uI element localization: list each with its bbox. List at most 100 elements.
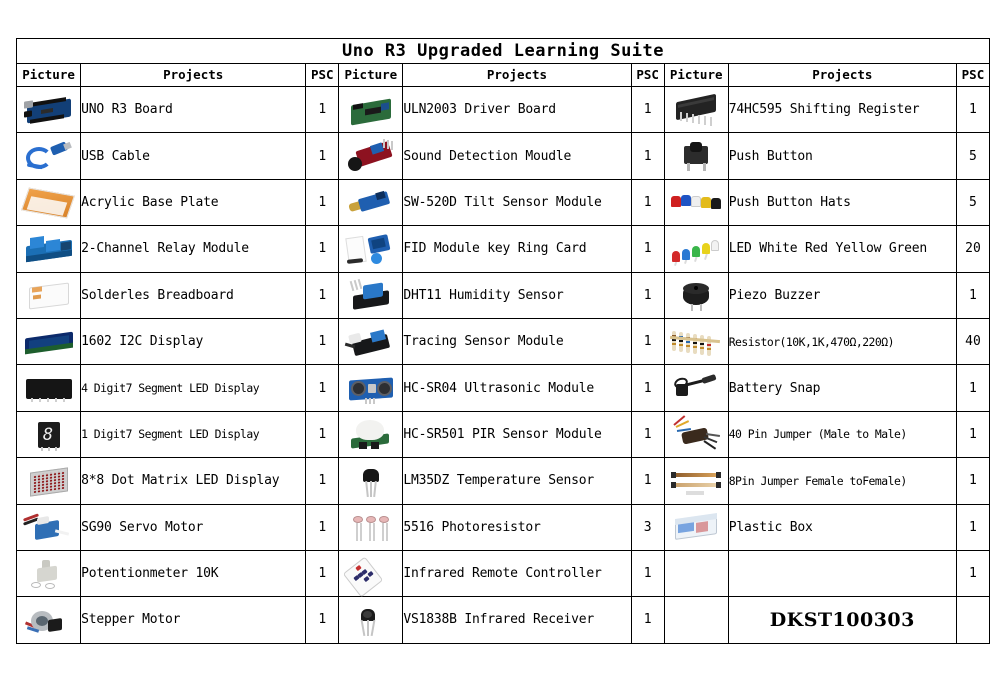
dot-matrix-icon <box>21 461 77 501</box>
led-assorted-icon <box>668 229 724 269</box>
project-name: HC-SR501 PIR Sensor Module <box>402 410 632 459</box>
plastic-box-icon <box>668 507 724 547</box>
project-name: Resistor(10K,1K,470Ω,220Ω) <box>727 317 957 366</box>
picture-cell <box>338 503 404 551</box>
picture-cell <box>338 596 404 644</box>
psc-value: 1 <box>630 364 665 412</box>
tracing-sensor-icon <box>343 322 399 362</box>
psc-value: 1 <box>630 596 665 644</box>
page-title: Uno R3 Upgraded Learning Suite <box>16 38 990 64</box>
project-name: 8*8 Dot Matrix LED Display <box>80 457 307 505</box>
project-name: SG90 Servo Motor <box>80 503 307 551</box>
psc-value: 1 <box>955 85 991 134</box>
resistor-pack-icon <box>668 322 724 362</box>
psc-value: 1 <box>630 457 665 505</box>
picture-cell <box>15 549 82 598</box>
psc-value: 1 <box>630 549 665 598</box>
project-name: 2-Channel Relay Module <box>80 225 307 273</box>
psc-value: 1 <box>305 132 340 180</box>
picture-cell <box>663 410 729 459</box>
project-name: Piezo Buzzer <box>727 271 957 319</box>
table-row: Solderles Breadboard 1 DHT11 Humidity Se… <box>15 271 991 319</box>
acrylic-base-plate-icon <box>20 182 77 222</box>
lm35dz-sensor-icon <box>343 461 399 501</box>
table-row: USB Cable 1 Sound Detection Moudle 1 Pus… <box>15 132 991 180</box>
picture-cell <box>663 132 729 180</box>
picture-cell-empty <box>663 549 729 598</box>
psc-value: 1 <box>630 85 665 134</box>
project-name: HC-SR04 Ultrasonic Module <box>402 364 632 412</box>
header-psc-2: PSC <box>630 63 665 87</box>
header-picture-3: Picture <box>663 63 729 87</box>
uno-r3-board-icon <box>21 90 77 130</box>
table-row: SG90 Servo Motor 1 5516 Photoresistor 3 … <box>15 503 991 551</box>
psc-value-empty <box>955 596 991 644</box>
picture-cell <box>15 503 82 551</box>
project-name: Push Button <box>727 132 957 180</box>
pir-sensor-icon <box>343 414 399 454</box>
table-row: UNO R3 Board 1 ULN2003 Driver Board 1 74… <box>15 85 991 134</box>
psc-value: 1 <box>305 271 340 319</box>
picture-cell <box>338 85 404 134</box>
picture-cell <box>15 596 82 644</box>
picture-cell <box>663 457 729 505</box>
psc-value: 1 <box>305 410 340 459</box>
table-row: Potentionmeter 10K 1 Infrared Remote Con… <box>15 549 991 598</box>
psc-value: 1 <box>630 132 665 180</box>
project-name: VS1838B Infrared Receiver <box>402 596 632 644</box>
table-row: 4 Digit7 Segment LED Display 1 HC-SR04 U… <box>15 364 991 412</box>
psc-value: 1 <box>955 410 991 459</box>
picture-cell <box>663 178 729 227</box>
table-row: 8*8 Dot Matrix LED Display 1 LM35DZ Temp… <box>15 457 991 505</box>
push-button-icon <box>668 136 724 176</box>
psc-value: 1 <box>630 410 665 459</box>
picture-cell <box>15 85 82 134</box>
psc-value: 1 <box>630 178 665 227</box>
battery-snap-icon <box>668 368 724 408</box>
table-row: Stepper Motor 1 VS1838B Infrared Receive… <box>15 596 991 644</box>
picture-cell <box>663 317 729 366</box>
psc-value: 1 <box>305 317 340 366</box>
tilt-sensor-icon <box>343 182 399 222</box>
psc-value: 40 <box>955 317 991 366</box>
photoresistor-icon <box>343 507 399 547</box>
picture-cell <box>663 503 729 551</box>
picture-cell <box>338 271 404 319</box>
psc-value: 20 <box>955 225 991 273</box>
psc-value: 1 <box>305 178 340 227</box>
project-name: Solderles Breadboard <box>80 271 307 319</box>
psc-value: 1 <box>305 503 340 551</box>
one-digit-display-icon: 8 <box>21 414 77 454</box>
project-name: ULN2003 Driver Board <box>402 85 632 134</box>
psc-value: 1 <box>630 225 665 273</box>
psc-value: 1 <box>955 364 991 412</box>
psc-value: 5 <box>955 132 991 180</box>
picture-cell <box>338 410 404 459</box>
usb-cable-icon <box>21 136 77 176</box>
table-header-row: Picture Projects PSC Picture Projects PS… <box>15 63 991 87</box>
psc-value: 1 <box>955 271 991 319</box>
psc-value: 1 <box>305 85 340 134</box>
table-row: 2-Channel Relay Module 1 FID Module key … <box>15 225 991 273</box>
picture-cell <box>15 317 82 366</box>
relay-module-icon <box>21 229 77 269</box>
picture-cell <box>338 364 404 412</box>
psc-value: 1 <box>305 457 340 505</box>
jumper-female-icon <box>668 461 724 501</box>
picture-cell <box>338 178 404 227</box>
picture-cell <box>15 271 82 319</box>
kit-contents-table: Uno R3 Upgraded Learning Suite Picture P… <box>15 38 991 644</box>
jumper-male-icon <box>668 414 724 454</box>
table-row: Acrylic Base Plate 1 SW-520D Tilt Sensor… <box>15 178 991 227</box>
picture-cell <box>338 549 404 598</box>
project-name-empty <box>727 549 957 598</box>
project-name: FID Module key Ring Card <box>402 225 632 273</box>
project-name: USB Cable <box>80 132 307 180</box>
breadboard-icon <box>21 275 77 315</box>
picture-cell <box>15 132 82 180</box>
picture-cell <box>663 85 729 134</box>
project-name: 5516 Photoresistor <box>402 503 632 551</box>
psc-value: 1 <box>305 364 340 412</box>
picture-cell: 8 <box>15 410 82 459</box>
rfid-module-icon <box>343 229 399 269</box>
